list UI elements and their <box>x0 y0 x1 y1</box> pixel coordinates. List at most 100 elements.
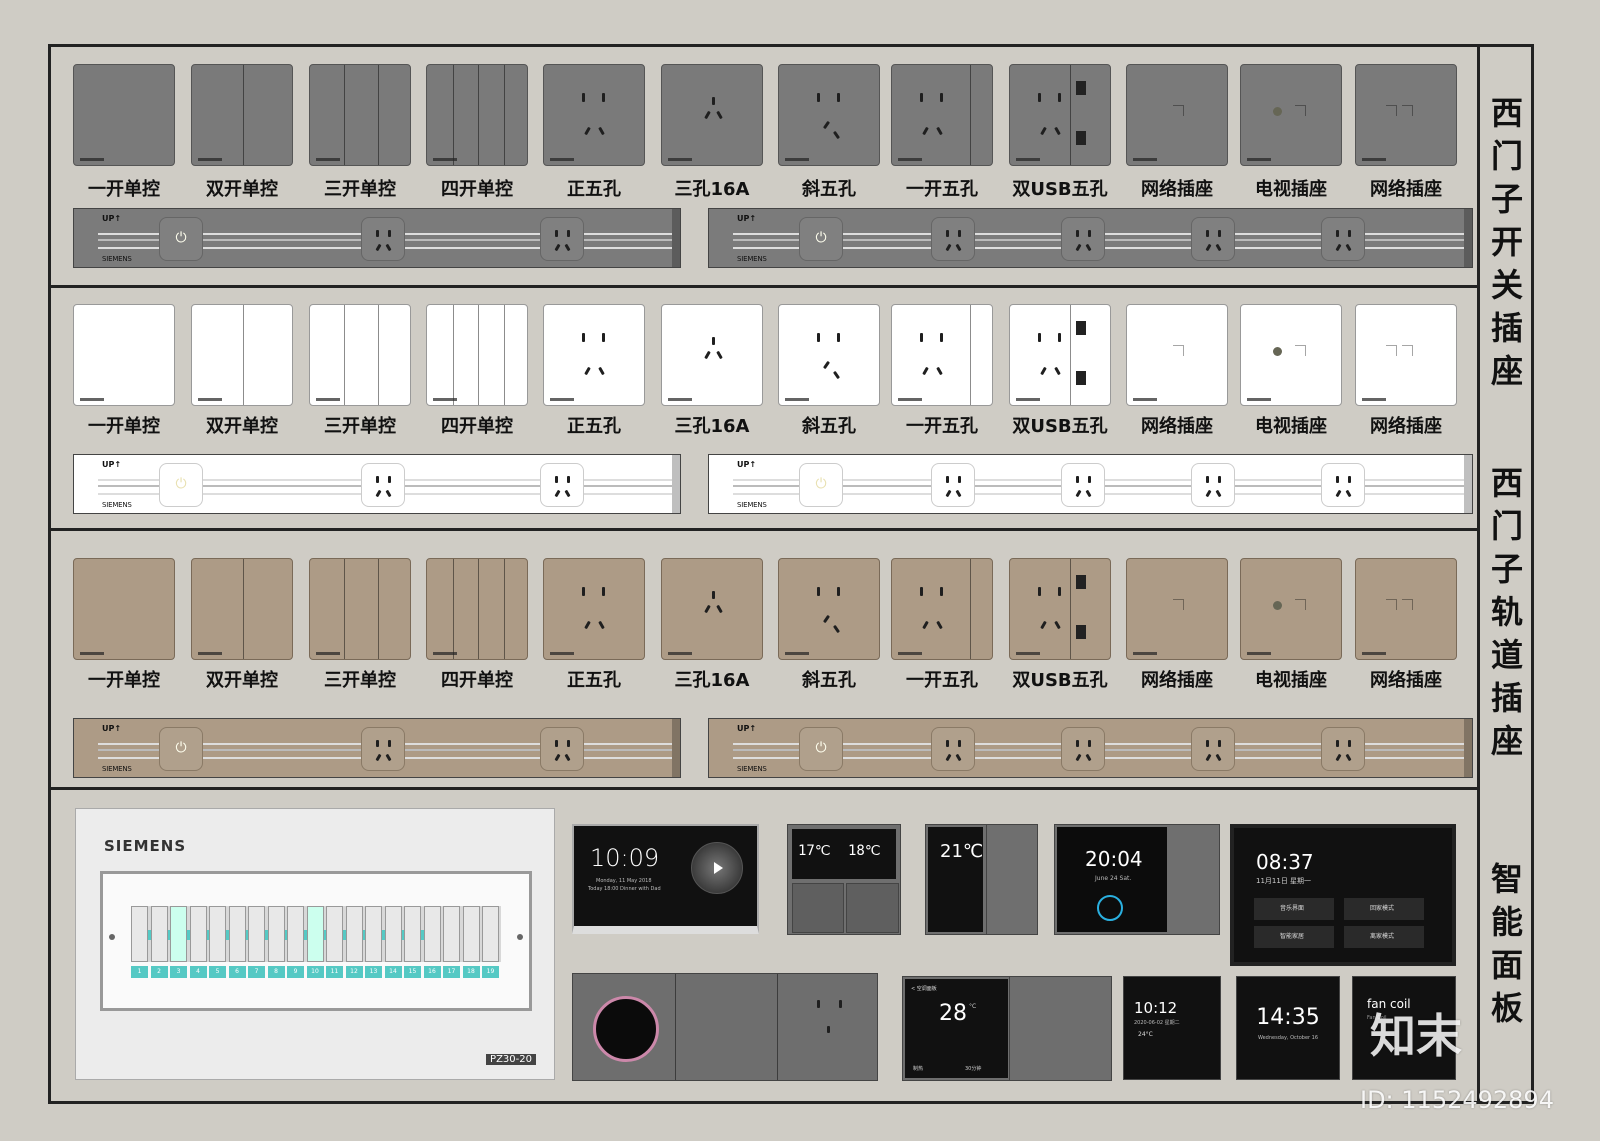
key-left[interactable] <box>792 883 844 933</box>
circuit-breaker[interactable] <box>306 906 324 962</box>
circuit-breaker[interactable] <box>189 906 207 962</box>
scene-side-key[interactable] <box>986 825 1037 934</box>
circuit-breaker[interactable] <box>131 906 148 962</box>
rail-socket-module[interactable] <box>1061 463 1105 507</box>
three-gang-switch-panel[interactable] <box>309 64 411 166</box>
circuit-breaker[interactable] <box>423 906 441 962</box>
tv-socket-panel[interactable] <box>1240 558 1342 660</box>
key-right[interactable] <box>846 883 899 933</box>
four-gang-switch-panel[interactable] <box>426 558 528 660</box>
smart-panel-knob-socket[interactable] <box>572 973 878 1081</box>
circuit-breaker[interactable] <box>150 906 168 962</box>
five-pin-socket-panel[interactable] <box>543 558 645 660</box>
scene-button-away[interactable]: 离家模式 <box>1344 926 1424 948</box>
one-gang-switch-panel[interactable] <box>73 64 175 166</box>
switched-five-pin-socket-panel[interactable] <box>891 64 993 166</box>
smart-panel-weather[interactable]: 10:12 2020-06-02 星期二 24°C <box>1123 976 1221 1080</box>
scene-button-home[interactable]: 回家模式 <box>1344 898 1424 920</box>
four-gang-switch-panel[interactable] <box>426 64 528 166</box>
scene-button-music[interactable]: 音乐界面 <box>1254 898 1334 920</box>
five-pin-socket-panel[interactable] <box>543 64 645 166</box>
switched-five-pin-socket-panel[interactable] <box>891 304 993 406</box>
circuit-breaker[interactable] <box>267 906 285 962</box>
circuit-breaker[interactable] <box>443 906 460 962</box>
track-rail[interactable]: UP↑ SIEMENS ⏻ <box>708 718 1473 778</box>
smart-panel-dual-thermostat[interactable]: 17℃ 18℃ <box>787 824 901 935</box>
microphone-icon[interactable] <box>1097 895 1123 921</box>
dual-usb-five-pin-socket-panel[interactable] <box>1009 304 1111 406</box>
two-gang-switch-panel[interactable] <box>191 558 293 660</box>
circuit-breaker[interactable] <box>462 906 480 962</box>
rail-switch-module[interactable]: ⏻ <box>159 463 203 507</box>
one-gang-switch-panel[interactable] <box>73 304 175 406</box>
play-icon[interactable] <box>714 862 723 874</box>
smart-panel-ac[interactable]: < 空调面板 28 °C 制热 30分钟 <box>902 976 1112 1081</box>
rail-socket-module[interactable] <box>540 463 584 507</box>
circuit-breaker[interactable] <box>326 906 343 962</box>
track-rail[interactable]: UP↑ SIEMENS ⏻ <box>73 454 681 514</box>
track-rail[interactable]: UP↑ SIEMENS ⏻ <box>708 454 1473 514</box>
two-gang-switch-panel[interactable] <box>191 64 293 166</box>
angled-five-pin-socket-panel[interactable] <box>778 304 880 406</box>
rail-socket-module[interactable] <box>540 727 584 771</box>
rail-socket-module[interactable] <box>931 727 975 771</box>
dual-usb-five-pin-socket-panel[interactable] <box>1009 64 1111 166</box>
circuit-breaker[interactable] <box>248 906 265 962</box>
four-gang-switch-panel[interactable] <box>426 304 528 406</box>
three-gang-switch-panel[interactable] <box>309 304 411 406</box>
three-gang-switch-panel[interactable] <box>309 558 411 660</box>
rail-socket-module[interactable] <box>1191 463 1235 507</box>
circuit-breaker[interactable] <box>228 906 246 962</box>
rail-socket-module[interactable] <box>1321 463 1365 507</box>
circuit-breaker[interactable] <box>384 906 402 962</box>
circuit-breaker[interactable] <box>170 906 187 962</box>
rail-switch-module[interactable]: ⏻ <box>799 217 843 261</box>
dual-usb-five-pin-socket-panel[interactable] <box>1009 558 1111 660</box>
ac-side-key[interactable] <box>1009 977 1111 1080</box>
rail-socket-module[interactable] <box>1321 217 1365 261</box>
rail-socket-module[interactable] <box>1061 727 1105 771</box>
tv-socket-panel[interactable] <box>1240 304 1342 406</box>
smart-panel-large-touchscreen[interactable]: 08:37 11月11日 星期一 音乐界面 回家模式 智能家居 离家模式 <box>1230 824 1456 966</box>
rail-switch-module[interactable]: ⏻ <box>799 463 843 507</box>
rail-socket-module[interactable] <box>931 217 975 261</box>
switched-five-pin-socket-panel[interactable] <box>891 558 993 660</box>
scene-button-smart[interactable]: 智能家居 <box>1254 926 1334 948</box>
smart-panel-touch-clock[interactable]: 10:09 Monday, 11 May 2018 Today 18:00 Di… <box>572 824 759 934</box>
circuit-breaker[interactable] <box>287 906 304 962</box>
three-pin-16a-socket-panel[interactable] <box>661 64 763 166</box>
rail-socket-module[interactable] <box>1321 727 1365 771</box>
dual-network-socket-panel[interactable] <box>1355 558 1457 660</box>
circuit-breaker[interactable] <box>345 906 363 962</box>
circuit-breaker[interactable] <box>482 906 499 962</box>
smart-panel-voice[interactable]: 20:04 June 24 Sat. <box>1054 824 1220 935</box>
network-socket-panel[interactable] <box>1126 64 1228 166</box>
angled-five-pin-socket-panel[interactable] <box>778 558 880 660</box>
three-pin-16a-socket-panel[interactable] <box>661 558 763 660</box>
smart-panel-scene[interactable]: 21℃ <box>925 824 1038 935</box>
network-socket-panel[interactable] <box>1126 304 1228 406</box>
circuit-breaker[interactable] <box>365 906 382 962</box>
dual-network-socket-panel[interactable] <box>1355 64 1457 166</box>
rail-socket-module[interactable] <box>931 463 975 507</box>
rail-socket-module[interactable] <box>1191 727 1235 771</box>
rail-switch-module[interactable]: ⏻ <box>159 217 203 261</box>
rail-socket-module[interactable] <box>1191 217 1235 261</box>
angled-five-pin-socket-panel[interactable] <box>778 64 880 166</box>
three-pin-16a-socket-panel[interactable] <box>661 304 763 406</box>
track-rail[interactable]: UP↑ SIEMENS ⏻ <box>73 718 681 778</box>
tv-socket-panel[interactable] <box>1240 64 1342 166</box>
rail-socket-module[interactable] <box>540 217 584 261</box>
track-rail[interactable]: UP↑ SIEMENS ⏻ <box>708 208 1473 268</box>
track-rail[interactable]: UP↑ SIEMENS ⏻ <box>73 208 681 268</box>
rail-socket-module[interactable] <box>361 727 405 771</box>
rail-socket-module[interactable] <box>361 217 405 261</box>
dual-network-socket-panel[interactable] <box>1355 304 1457 406</box>
rail-switch-module[interactable]: ⏻ <box>799 727 843 771</box>
smart-panel-clock[interactable]: 14:35 Wednesday, October 16 <box>1236 976 1340 1080</box>
five-pin-socket-panel[interactable] <box>543 304 645 406</box>
rail-socket-module[interactable] <box>361 463 405 507</box>
knob-display[interactable] <box>593 996 659 1062</box>
rail-socket-module[interactable] <box>1061 217 1105 261</box>
two-gang-switch-panel[interactable] <box>191 304 293 406</box>
